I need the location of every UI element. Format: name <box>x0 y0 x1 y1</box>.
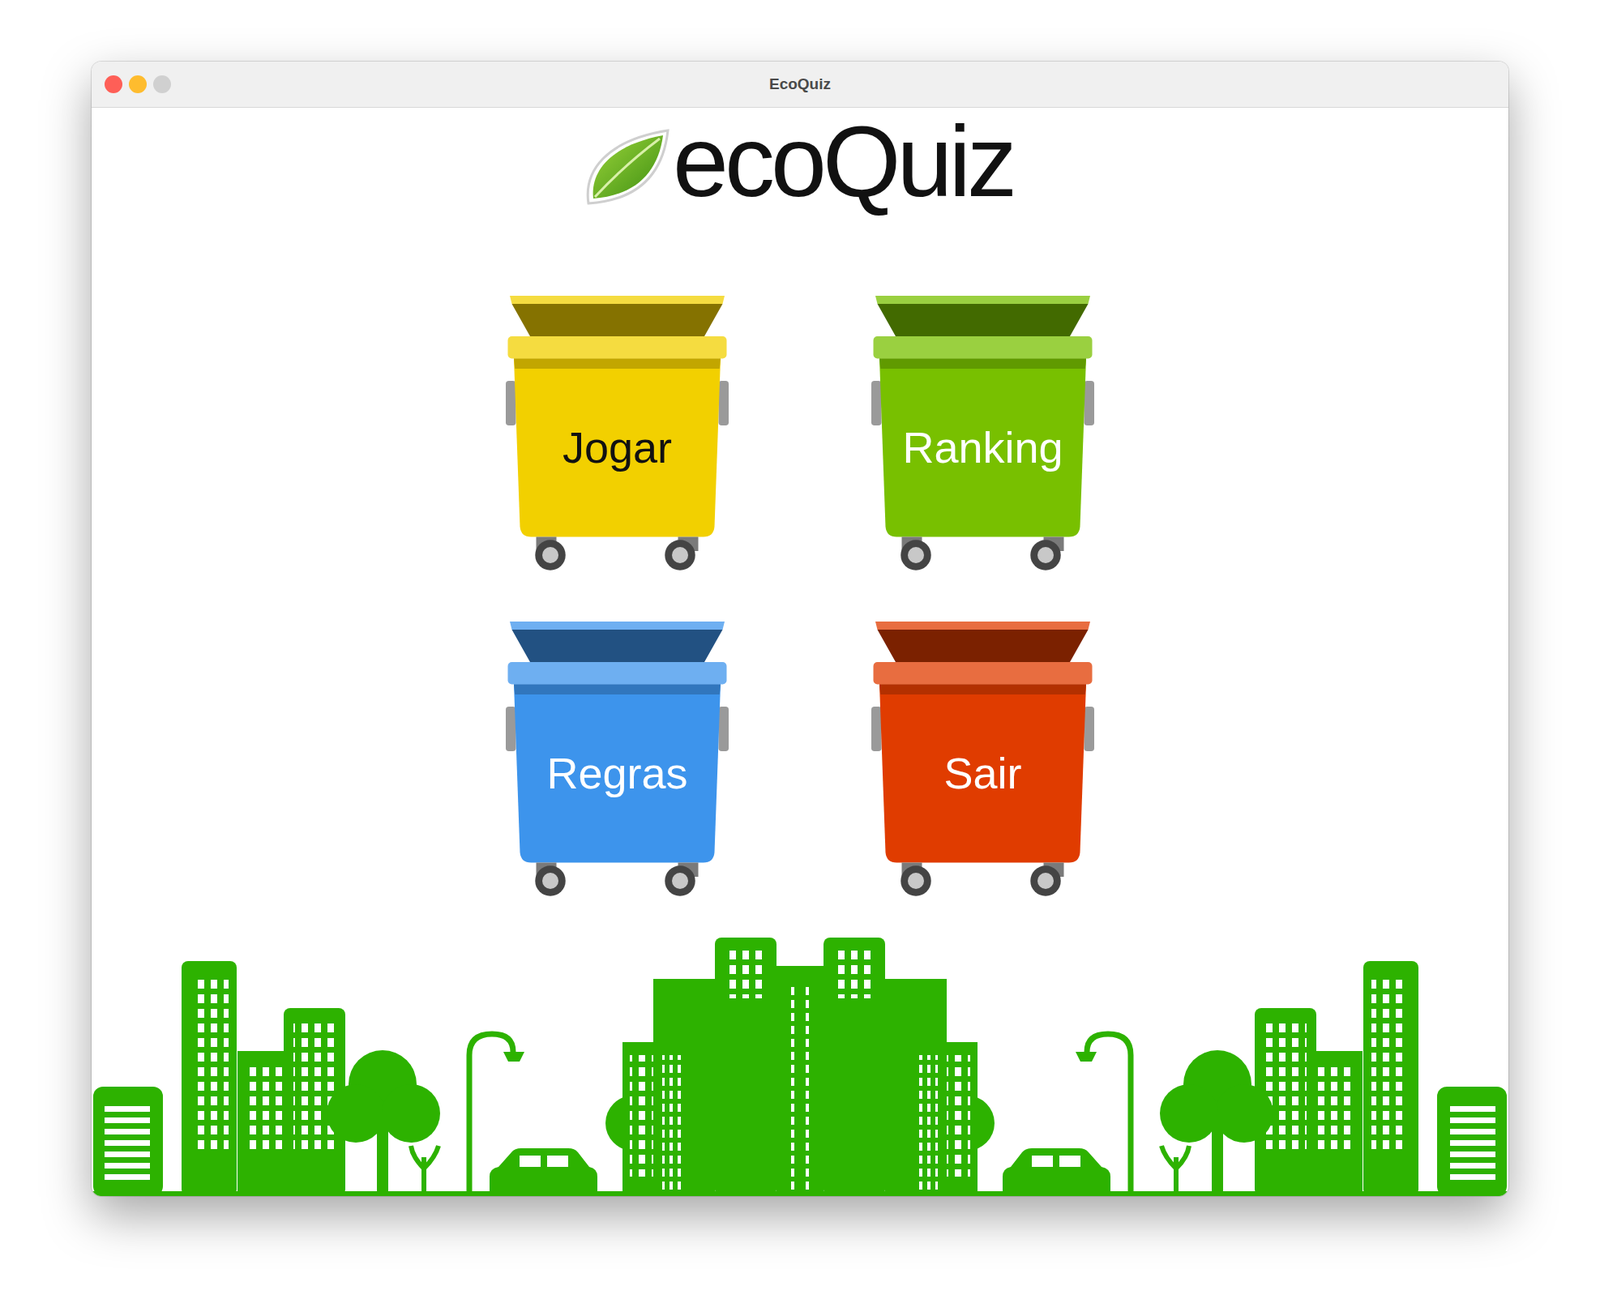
menu-button[interactable]: Ranking <box>871 291 1095 572</box>
window-title: EcoQuiz <box>769 72 831 97</box>
minimize-button[interactable] <box>128 75 147 94</box>
menu-label: Regras <box>546 747 688 800</box>
menu-label: Ranking <box>902 421 1063 475</box>
title-bar: EcoQuiz <box>91 61 1509 108</box>
zoom-button[interactable] <box>153 75 172 94</box>
close-button[interactable] <box>104 75 123 94</box>
menu-label: Jogar <box>562 421 672 475</box>
city-icon <box>91 933 1509 1197</box>
menu-label: Sair <box>943 747 1022 800</box>
app-window: EcoQuiz ecoQuiz Jogar Ranking Regras Sair <box>91 61 1509 1197</box>
menu-grid: Jogar Ranking Regras Sair <box>505 291 1095 898</box>
menu-button[interactable]: Regras <box>505 617 729 898</box>
city-skyline <box>91 933 1509 1197</box>
menu-button[interactable]: Jogar <box>505 291 729 572</box>
menu-button[interactable]: Sair <box>871 617 1095 898</box>
logo-text: ecoQuiz <box>672 111 1019 212</box>
leaf-icon <box>581 125 673 210</box>
logo: ecoQuiz <box>91 111 1509 221</box>
